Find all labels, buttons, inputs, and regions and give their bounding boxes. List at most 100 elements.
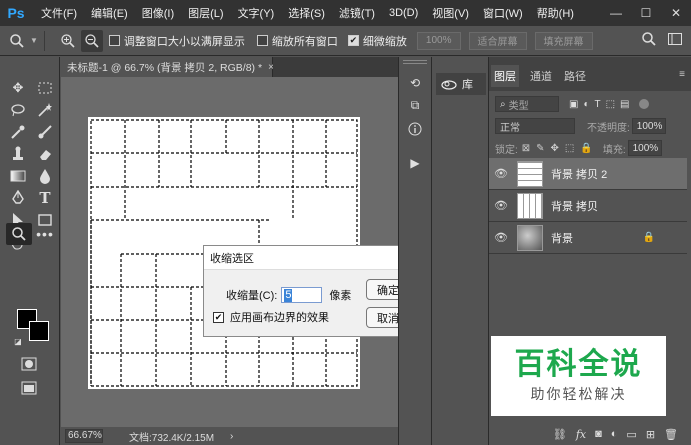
trash-icon[interactable]: 🗑 — [664, 428, 678, 441]
magic-wand-tool-icon[interactable] — [33, 99, 57, 121]
menu-layer[interactable]: 图层(L) — [188, 5, 223, 21]
menu-image[interactable]: 图像(I) — [142, 5, 174, 21]
library-button[interactable]: 库 — [436, 73, 486, 95]
fx-icon[interactable]: fx — [576, 428, 586, 441]
pen-tool-icon[interactable] — [6, 187, 30, 209]
checkbox-icon — [108, 35, 120, 46]
opacity-input[interactable]: 100% — [631, 118, 666, 134]
contract-amount-input[interactable]: 5 — [281, 287, 323, 303]
menu-edit[interactable]: 编辑(E) — [91, 5, 128, 21]
info-icon[interactable] — [405, 119, 425, 139]
menu-window[interactable]: 窗口(W) — [483, 5, 523, 21]
screen-mode-icon[interactable] — [17, 377, 41, 399]
marquee-tool-icon[interactable] — [33, 77, 57, 99]
play-actions-icon[interactable]: ▶ — [405, 153, 425, 173]
zoom-out-icon[interactable] — [80, 29, 103, 52]
fill-screen-button[interactable]: 填充屏幕 — [534, 31, 593, 50]
quick-mask-icon[interactable] — [17, 353, 41, 375]
tab-paths[interactable]: 路径 — [561, 65, 589, 87]
zoom-tool-icon[interactable] — [6, 223, 32, 245]
layers-footer: ⛓ fx ◙ ◐ ▭ ⊞ 🗑 — [489, 423, 691, 445]
layer-thumbnail — [517, 160, 543, 187]
close-window-button[interactable]: ✕ — [661, 0, 691, 26]
dialog-title: 收缩选区 — [210, 252, 254, 265]
fill-input[interactable]: 100% — [627, 140, 662, 156]
dialog-titlebar: 收缩选区 — [204, 246, 417, 270]
status-menu-arrow[interactable]: › — [230, 431, 233, 442]
blur-tool-icon[interactable] — [33, 165, 57, 187]
layer-row[interactable]: 👁 背景 拷贝 2 — [489, 158, 687, 190]
zoom-level-field[interactable]: 66.67% — [65, 429, 103, 443]
document-size-info: 文档:732.4K/2.15M — [129, 432, 215, 444]
layer-row[interactable]: 👁 背景 拷贝 — [489, 190, 687, 222]
type-tool-icon[interactable]: T — [33, 187, 57, 209]
resize-windows-checkbox[interactable]: 调整窗口大小以满屏显示 — [108, 33, 245, 49]
more-tools-icon[interactable]: ••• — [33, 223, 57, 245]
watermark-title: 百科全说 — [514, 347, 643, 382]
checkmark-icon: ✔ — [213, 311, 224, 323]
link-icon[interactable]: ⛓ — [553, 428, 567, 441]
visibility-eye-icon[interactable]: 👁 — [491, 167, 511, 180]
search-icon: ⌕ — [500, 98, 506, 110]
menu-type[interactable]: 文字(Y) — [238, 5, 275, 21]
lock-options-icons[interactable]: ⊠✎✥⬚🔒 — [522, 143, 599, 154]
stamp-tool-icon[interactable] — [6, 143, 30, 165]
background-color-swatch[interactable] — [29, 321, 49, 341]
eyedropper-tool-icon[interactable] — [6, 121, 30, 143]
document-tab[interactable]: 未标题-1 @ 66.7% (背景 拷贝 2, RGB/8) * × — [61, 57, 274, 77]
zoom-100-button[interactable]: 100% — [416, 31, 461, 50]
menu-help[interactable]: 帮助(H) — [537, 5, 574, 21]
fill-label: 填充: — [602, 144, 626, 156]
collapsed-panel-strip: ⟲ ⧉ ▶ — [398, 57, 430, 445]
document-tab-title: 未标题-1 @ 66.7% (背景 拷贝 2, RGB/8) * — [67, 61, 263, 74]
contract-selection-dialog: 收缩选区 ✕ 收缩量(C): 5 像素 ✔ 应用画布边界的效果 确定 取消 — [203, 245, 418, 337]
menu-select[interactable]: 选择(S) — [288, 5, 325, 21]
checkbox-icon — [256, 35, 268, 46]
zoom-tool-preset-icon[interactable] — [6, 30, 28, 52]
lasso-tool-icon[interactable] — [6, 99, 30, 121]
default-colors-icon[interactable]: ◪ — [12, 335, 24, 347]
adjustment-icon[interactable]: ◐ — [611, 428, 618, 440]
fit-screen-button[interactable]: 适合屏幕 — [468, 31, 527, 50]
layer-name: 背景 拷贝 — [551, 200, 599, 213]
search-icon[interactable] — [641, 31, 657, 50]
layer-thumbnail — [517, 192, 543, 219]
apply-canvas-bounds-checkbox[interactable]: ✔ 应用画布边界的效果 — [213, 309, 329, 325]
new-layer-icon[interactable]: ⊞ — [646, 428, 655, 441]
move-tool-icon[interactable]: ✥ — [6, 77, 30, 99]
filter-toggle-icon[interactable] — [638, 99, 649, 109]
tab-channels[interactable]: 通道 — [527, 65, 555, 87]
zoom-in-icon[interactable] — [57, 30, 79, 52]
filter-icons[interactable]: ▣◐T⬚▤ — [569, 99, 635, 110]
properties-icon[interactable]: ⧉ — [405, 95, 425, 115]
zoom-all-windows-checkbox[interactable]: 缩放所有窗口 — [256, 33, 338, 49]
visibility-eye-icon[interactable]: 👁 — [491, 231, 511, 244]
tools-panel: ✥ T ••• ◪ — [0, 57, 60, 445]
lock-label: 锁定: — [495, 144, 518, 156]
tab-layers[interactable]: 图层 — [491, 65, 519, 87]
panel-menu-icon[interactable]: ≡ — [679, 69, 685, 80]
workspace-icon[interactable] — [667, 31, 683, 50]
menu-filter[interactable]: 滤镜(T) — [339, 5, 375, 21]
chevron-down-icon: ▼ — [30, 36, 38, 45]
gradient-tool-icon[interactable] — [6, 165, 30, 187]
brush-tool-icon[interactable] — [33, 121, 57, 143]
photoshop-logo: Ps — [7, 5, 25, 21]
layer-row[interactable]: 👁 背景 🔒 — [489, 222, 687, 254]
visibility-eye-icon[interactable]: 👁 — [491, 199, 511, 212]
scrubby-zoom-checkbox[interactable]: ✔ 细微缩放 — [347, 33, 407, 49]
menu-3d[interactable]: 3D(D) — [389, 7, 418, 19]
mask-icon[interactable]: ◙ — [595, 428, 602, 440]
menu-view[interactable]: 视图(V) — [432, 5, 469, 21]
blend-mode-select[interactable]: 正常 — [495, 118, 575, 134]
options-bar: ▼ 调整窗口大小以满屏显示 缩放所有窗口 ✔ 细微缩放 100% 适合屏幕 填充屏… — [0, 26, 691, 56]
contract-amount-label: 收缩量(C): — [226, 290, 278, 302]
group-icon[interactable]: ▭ — [626, 428, 636, 441]
menu-file[interactable]: 文件(F) — [41, 5, 77, 21]
eraser-tool-icon[interactable] — [33, 143, 57, 165]
history-icon[interactable]: ⟲ — [405, 73, 425, 93]
layer-kind-filter[interactable]: ⌕ 类型 — [495, 96, 559, 112]
menu-bar: Ps 文件(F) 编辑(E) 图像(I) 图层(L) 文字(Y) 选择(S) 滤… — [0, 0, 691, 26]
minimize-button[interactable]: — — [601, 0, 631, 26]
maximize-button[interactable]: ☐ — [631, 0, 661, 26]
